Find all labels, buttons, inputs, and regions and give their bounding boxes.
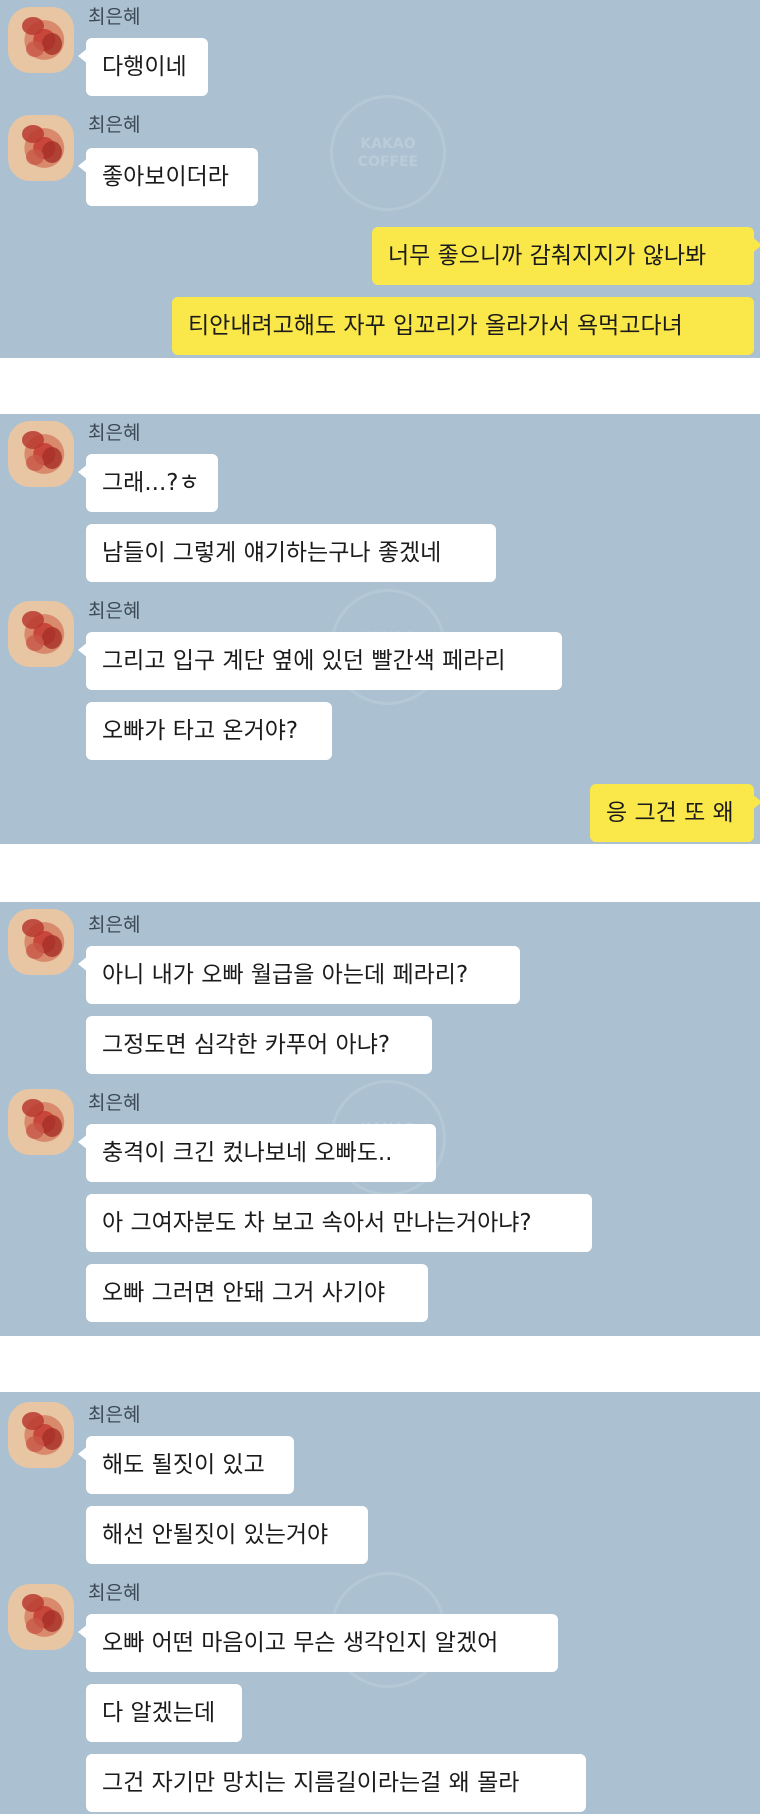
contact-name: 최은혜 [88,1404,141,1426]
contact-name: 최은혜 [88,6,141,28]
received-message[interactable]: 해도 될짓이 있고 [78,1436,294,1494]
contact-name: 최은혜 [88,600,141,622]
received-message[interactable]: 다 알겠는데 [86,1684,242,1742]
sent-message[interactable]: 응 그건 또 왜 [590,784,760,842]
received-message[interactable]: 그건 자기만 망치는 지름길이라는걸 왜 몰라 [86,1754,586,1812]
received-message[interactable]: 충격이 크긴 컸나보네 오빠도.. [78,1124,436,1182]
chat-panel-1: KAKAO COFFEE 최은혜 다행이네 최은혜 좋아보이더라 너무 좋으니까… [0,0,760,358]
contact-avatar[interactable] [8,1584,74,1650]
received-message[interactable]: 좋아보이더라 [78,148,258,206]
received-message[interactable]: 그래...?ㅎ [78,454,218,512]
received-message[interactable]: 오빠 어떤 마음이고 무슨 생각인지 알겠어 [78,1614,558,1672]
contact-avatar[interactable] [8,1402,74,1468]
sent-message[interactable]: 너무 좋으니까 감춰지지가 않나봐 [372,227,760,285]
kakao-coffee-watermark: KAKAO COFFEE [330,95,446,211]
chat-panel-3: KAKAO COFFEE 최은혜 아니 내가 오빠 월급을 아는데 페라리? 그… [0,902,760,1336]
received-message[interactable]: 아 그여자분도 차 보고 속아서 만나는거아냐? [86,1194,592,1252]
received-message[interactable]: 오빠 그러면 안돼 그거 사기야 [86,1264,428,1322]
contact-name: 최은혜 [88,422,141,444]
received-message[interactable]: 오빠가 타고 온거야? [86,702,332,760]
contact-name: 최은혜 [88,914,141,936]
chat-panel-2: KAKAO COFFEE 최은혜 그래...?ㅎ 남들이 그렇게 얘기하는구나 … [0,414,760,844]
received-message[interactable]: 남들이 그렇게 얘기하는구나 좋겠네 [86,524,496,582]
contact-name: 최은혜 [88,1582,141,1604]
received-message[interactable]: 다행이네 [78,38,208,96]
received-message[interactable]: 해선 안될짓이 있는거야 [86,1506,368,1564]
received-message[interactable]: 그정도면 심각한 카푸어 아냐? [86,1016,432,1074]
contact-avatar[interactable] [8,601,74,667]
received-message[interactable]: 아니 내가 오빠 월급을 아는데 페라리? [78,946,520,1004]
contact-avatar[interactable] [8,421,74,487]
chat-panel-4: KAKAO COFFEE 최은혜 해도 될짓이 있고 해선 안될짓이 있는거야 … [0,1392,760,1814]
contact-avatar[interactable] [8,7,74,73]
contact-name: 최은혜 [88,1092,141,1114]
contact-avatar[interactable] [8,909,74,975]
contact-avatar[interactable] [8,115,74,181]
received-message[interactable]: 그리고 입구 계단 옆에 있던 빨간색 페라리 [78,632,562,690]
sent-message[interactable]: 티안내려고해도 자꾸 입꼬리가 올라가서 욕먹고다녀 [172,297,754,355]
contact-name: 최은혜 [88,114,141,136]
contact-avatar[interactable] [8,1089,74,1155]
